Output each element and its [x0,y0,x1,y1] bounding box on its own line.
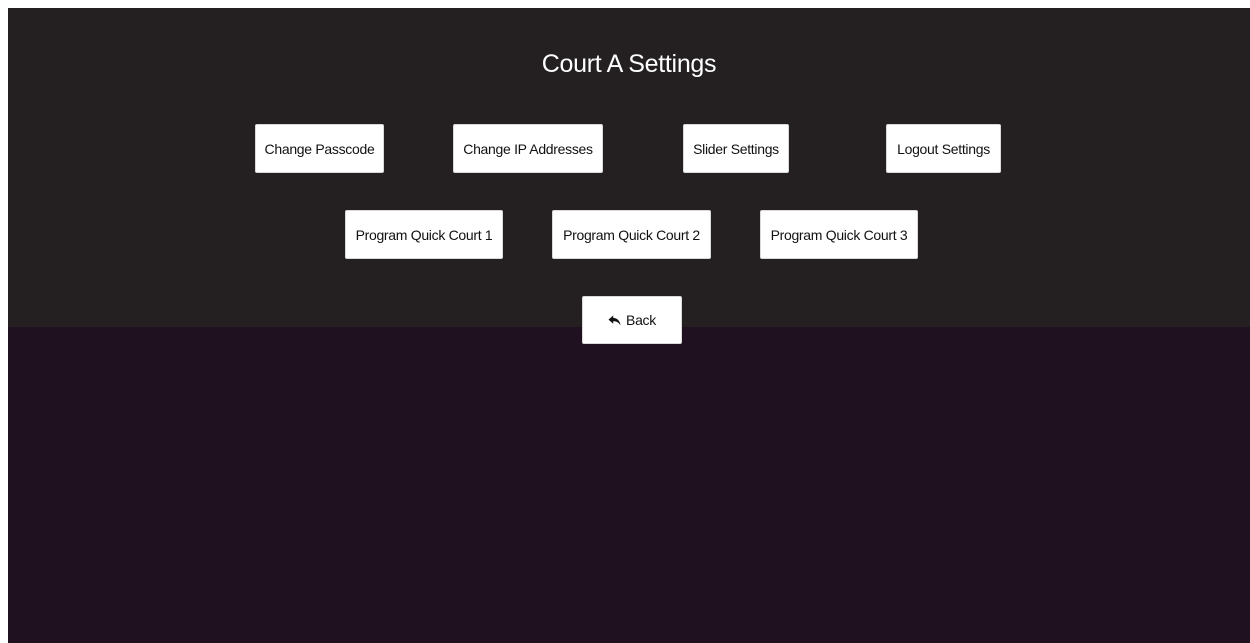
change-passcode-button[interactable]: Change Passcode [255,124,384,173]
slider-settings-button[interactable]: Slider Settings [683,124,789,173]
back-button[interactable]: Back [582,296,682,344]
logout-settings-label: Logout Settings [897,140,990,157]
change-ip-addresses-label: Change IP Addresses [463,140,593,157]
program-quick-court-1-button[interactable]: Program Quick Court 1 [345,210,503,259]
program-quick-court-2-button[interactable]: Program Quick Court 2 [552,210,711,259]
program-quick-court-1-label: Program Quick Court 1 [355,226,493,243]
program-quick-court-3-label: Program Quick Court 3 [770,226,908,243]
app-screen: Court A Settings Change Passcode Change … [8,8,1250,643]
slider-settings-label: Slider Settings [693,140,779,157]
change-passcode-label: Change Passcode [264,140,375,157]
page-title: Court A Settings [541,50,717,78]
logout-settings-button[interactable]: Logout Settings [886,124,1001,173]
program-quick-court-3-button[interactable]: Program Quick Court 3 [760,210,918,259]
reply-arrow-icon [608,315,621,326]
program-quick-court-2-label: Program Quick Court 2 [563,226,700,243]
back-label: Back [626,312,656,328]
change-ip-addresses-button[interactable]: Change IP Addresses [453,124,603,173]
